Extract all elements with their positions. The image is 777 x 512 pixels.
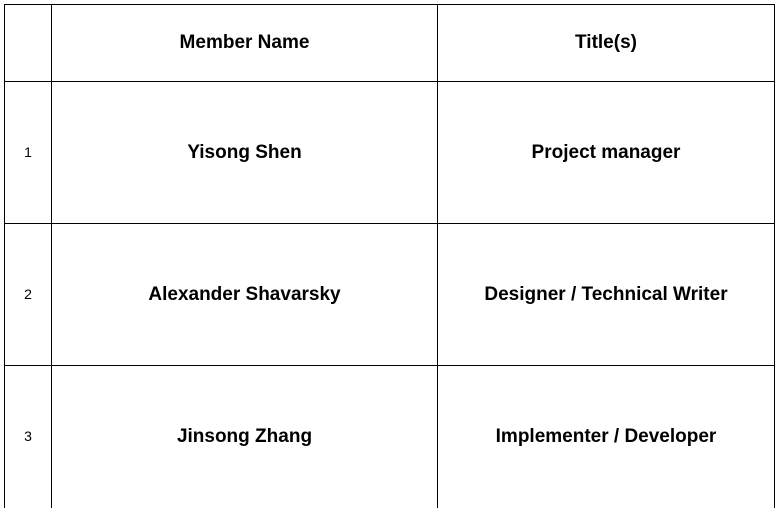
member-name-cell: Alexander Shavarsky: [51, 223, 438, 366]
header-titles-label: Title(s): [575, 32, 637, 53]
table-header-row: Member Name Title(s): [4, 4, 775, 82]
row-number-cell: 3: [4, 365, 52, 508]
member-title-cell: Designer / Technical Writer: [437, 223, 775, 366]
member-name-cell: Yisong Shen: [51, 81, 438, 224]
member-title: Implementer / Developer: [495, 426, 717, 447]
member-title: Project manager: [531, 141, 681, 163]
member-title-cell: Project manager: [437, 81, 775, 224]
header-cell-titles: Title(s): [437, 4, 775, 82]
header-cell-number: [4, 4, 52, 82]
row-number-cell: 2: [4, 223, 52, 366]
row-number: 3: [24, 428, 32, 444]
member-name: Alexander Shavarsky: [148, 283, 341, 305]
member-title-cell: Implementer / Developer: [437, 365, 775, 508]
table-row: 2 Alexander Shavarsky Designer / Technic…: [4, 223, 775, 366]
row-number-cell: 1: [4, 81, 52, 224]
member-name: Jinsong Zhang: [176, 426, 313, 447]
table-row: 3 Jinsong Zhang Implementer / Developer: [4, 365, 775, 508]
row-number: 1: [24, 143, 32, 160]
header-member-name-label: Member Name: [179, 32, 310, 53]
header-cell-member-name: Member Name: [51, 4, 438, 82]
row-number: 2: [24, 285, 32, 302]
table-row: 1 Yisong Shen Project manager: [4, 81, 775, 224]
member-name: Yisong Shen: [187, 141, 302, 163]
member-name-cell: Jinsong Zhang: [51, 365, 438, 508]
member-title: Designer / Technical Writer: [484, 283, 728, 305]
members-table: Member Name Title(s) 1 Yisong Shen Proje…: [4, 4, 775, 508]
